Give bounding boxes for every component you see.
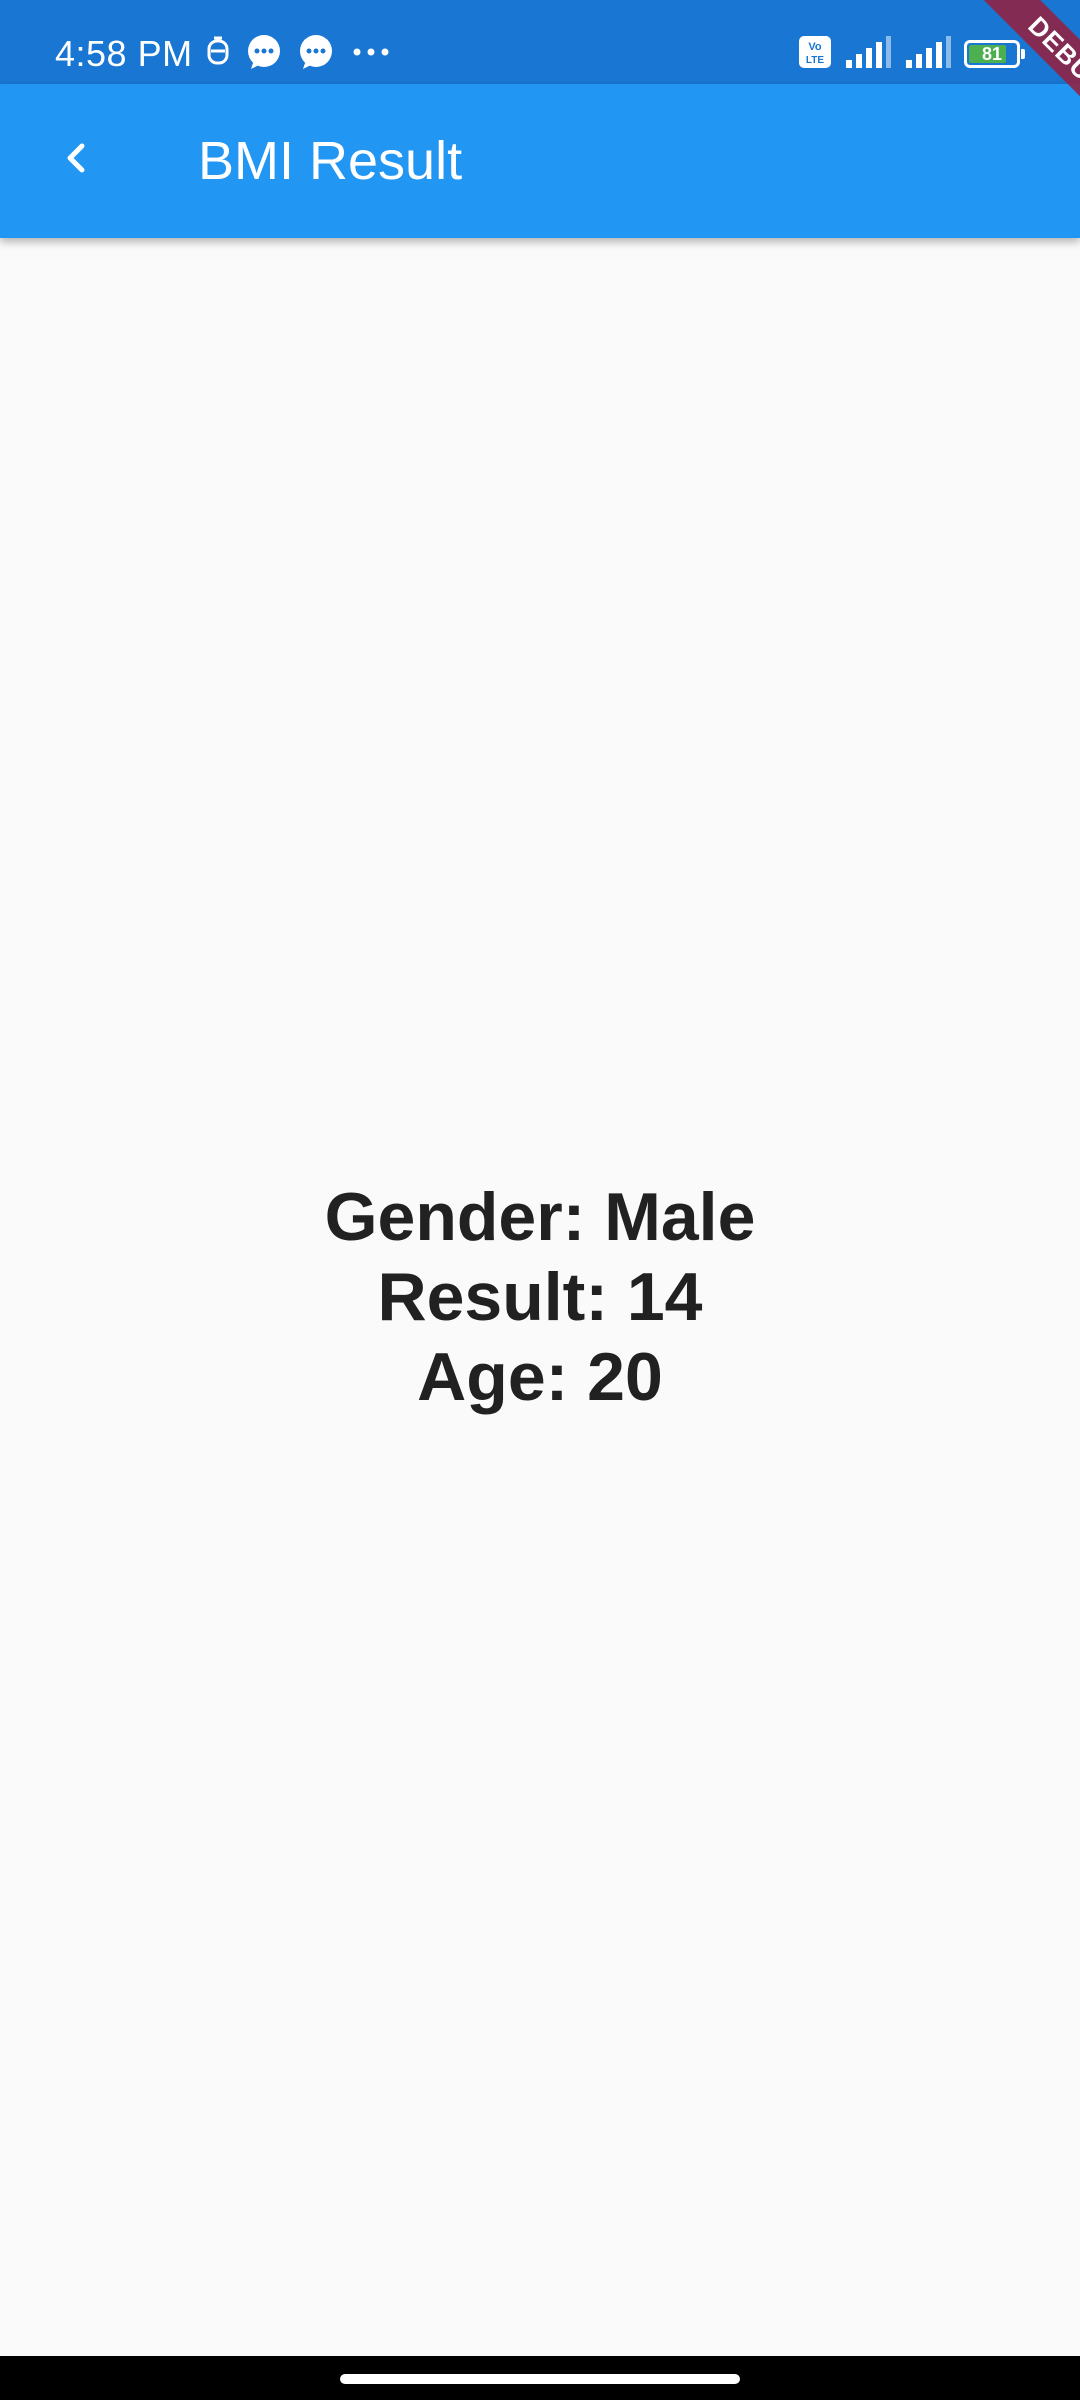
status-notification-icons [205,34,393,74]
gender-text: Gender: Male [324,1179,756,1255]
app-bar: BMI Result [0,84,1080,238]
home-indicator[interactable] [340,2374,740,2384]
svg-text:LTE: LTE [806,55,824,66]
status-system-icons: Vo LTE 81 [798,34,1025,74]
signal-icon [904,35,952,73]
chat-bubble-icon [245,33,283,76]
result-text-block: Gender: Male Result: 14 Age: 20 [325,1177,756,1417]
volte-icon: Vo LTE [798,35,832,74]
back-button[interactable] [40,124,112,196]
page-title: BMI Result [198,131,463,191]
result-value-text: Result: 14 [377,1259,703,1335]
status-time: 4:58 PM [55,33,193,74]
result-content: Gender: Male Result: 14 Age: 20 [0,238,1080,2356]
age-text: Age: 20 [417,1339,663,1415]
chevron-left-icon [56,138,96,183]
more-dots-icon [349,42,393,67]
signal-icon [844,35,892,73]
battery-icon: 81 [964,40,1025,68]
chat-bubble-icon [297,33,335,76]
battery-tip [1021,49,1025,59]
status-bar: 4:58 PM Vo LTE 81 [0,0,1080,84]
navigation-bar [0,2356,1080,2400]
battery-level: 81 [981,44,1003,64]
svg-text:Vo: Vo [808,41,822,53]
emergency-icon [205,35,231,74]
